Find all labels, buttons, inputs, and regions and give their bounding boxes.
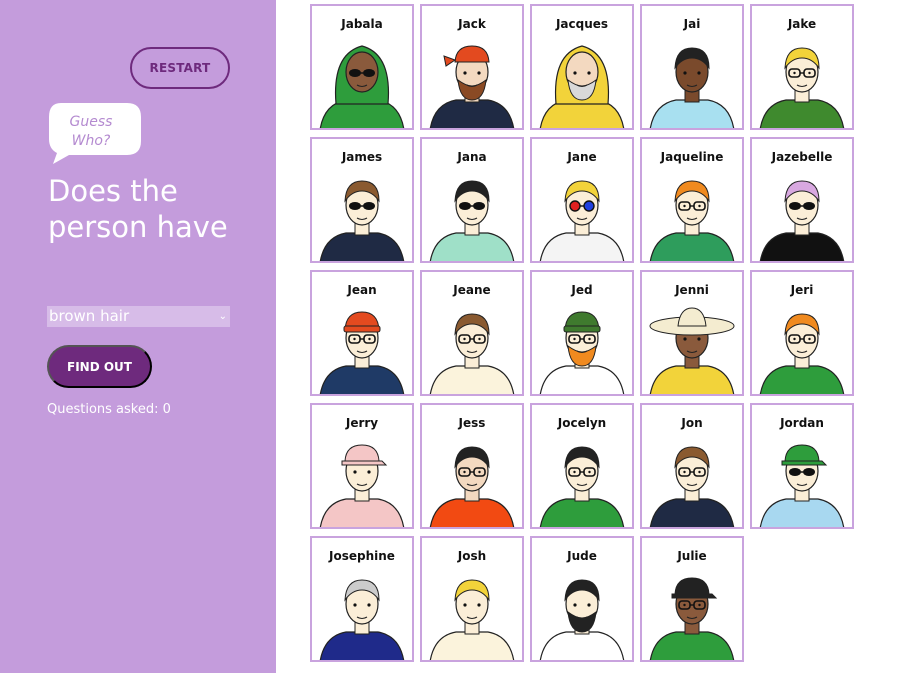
character-portrait-icon xyxy=(759,313,845,394)
character-portrait-icon xyxy=(429,579,515,660)
character-name: Jai xyxy=(683,17,701,31)
character-portrait-icon xyxy=(649,180,735,261)
character-card[interactable]: Jaqueline xyxy=(640,137,744,263)
character-card[interactable]: Josephine xyxy=(310,536,414,662)
character-card[interactable]: James xyxy=(310,137,414,263)
character-name: Jenni xyxy=(675,283,709,297)
character-card[interactable]: Jean xyxy=(310,270,414,396)
character-name: Jon xyxy=(681,416,703,430)
character-name: Josh xyxy=(457,549,487,563)
character-card[interactable]: Jeri xyxy=(750,270,854,396)
chevron-down-icon: ⌄ xyxy=(218,311,227,322)
character-name: Jeri xyxy=(790,283,814,297)
character-portrait-icon xyxy=(759,180,845,261)
character-name: Jude xyxy=(567,549,597,563)
character-name: Jordan xyxy=(780,416,824,430)
character-name: Jake xyxy=(787,17,817,31)
question-heading: Does the person have xyxy=(48,174,228,244)
character-portrait-icon xyxy=(649,47,735,128)
character-card[interactable]: Jerry xyxy=(310,403,414,529)
character-name: Jocelyn xyxy=(557,416,607,430)
character-card[interactable]: Jenni xyxy=(640,270,744,396)
character-portrait-icon xyxy=(759,444,845,527)
character-name: Jerry xyxy=(345,416,379,430)
logo-line-1: Guess xyxy=(69,114,113,130)
find-out-button[interactable]: FIND OUT xyxy=(47,345,152,388)
character-card[interactable]: Jane xyxy=(530,137,634,263)
character-portrait-icon xyxy=(429,45,515,128)
character-name: Jean xyxy=(347,283,377,297)
character-portrait-icon xyxy=(649,577,735,660)
logo-line-2: Who? xyxy=(71,133,111,149)
character-card[interactable]: Jai xyxy=(640,4,744,130)
character-name: Jacques xyxy=(555,17,609,31)
character-name: Jana xyxy=(457,150,487,164)
trait-select-value: brown hair xyxy=(49,307,130,325)
guess-who-logo: Guess Who? xyxy=(47,101,142,165)
character-card[interactable]: Jacques xyxy=(530,4,634,130)
logo-text: Guess Who? xyxy=(47,113,135,151)
character-name: Jazebelle xyxy=(771,150,833,164)
character-name: Julie xyxy=(677,549,707,563)
sidebar: RESTART Guess Who? Does the person have … xyxy=(0,0,276,673)
character-portrait-icon xyxy=(319,444,405,527)
character-portrait-icon xyxy=(539,180,625,261)
character-portrait-icon xyxy=(539,446,625,527)
character-portrait-icon xyxy=(759,47,845,128)
character-name: Jeane xyxy=(453,283,491,297)
character-card[interactable]: Jess xyxy=(420,403,524,529)
character-board: Jabala Jack Jacques Jai Jake James Jana Jane Jaq… xyxy=(310,4,860,664)
character-card[interactable]: Jabala xyxy=(310,4,414,130)
character-card[interactable]: Jon xyxy=(640,403,744,529)
character-card[interactable]: Julie xyxy=(640,536,744,662)
character-portrait-icon xyxy=(649,307,735,394)
character-portrait-icon xyxy=(539,311,625,394)
character-portrait-icon xyxy=(319,311,405,394)
character-card[interactable]: Jude xyxy=(530,536,634,662)
character-portrait-icon xyxy=(649,446,735,527)
character-card[interactable]: Jordan xyxy=(750,403,854,529)
character-portrait-icon xyxy=(539,579,625,660)
restart-button[interactable]: RESTART xyxy=(130,47,230,89)
questions-asked-counter: Questions asked: 0 xyxy=(47,402,171,417)
character-card[interactable]: Jocelyn xyxy=(530,403,634,529)
character-card[interactable]: Jed xyxy=(530,270,634,396)
character-portrait-icon xyxy=(539,45,625,128)
character-name: Jabala xyxy=(341,17,383,31)
character-card[interactable]: Jeane xyxy=(420,270,524,396)
character-name: Jed xyxy=(571,283,593,297)
character-portrait-icon xyxy=(319,579,405,660)
character-name: Jaqueline xyxy=(660,150,724,164)
character-card[interactable]: Jake xyxy=(750,4,854,130)
character-name: Jack xyxy=(458,17,486,31)
character-portrait-icon xyxy=(319,180,405,261)
character-card[interactable]: Jazebelle xyxy=(750,137,854,263)
character-portrait-icon xyxy=(429,180,515,261)
character-name: Josephine xyxy=(329,549,395,563)
character-name: Jess xyxy=(458,416,486,430)
character-name: James xyxy=(341,150,383,164)
character-portrait-icon xyxy=(319,45,405,128)
character-portrait-icon xyxy=(429,446,515,527)
guess-who-app: RESTART Guess Who? Does the person have … xyxy=(0,0,917,673)
character-card[interactable]: Jana xyxy=(420,137,524,263)
character-portrait-icon xyxy=(429,313,515,394)
character-card[interactable]: Josh xyxy=(420,536,524,662)
character-card[interactable]: Jack xyxy=(420,4,524,130)
trait-select[interactable]: brown hair ⌄ xyxy=(47,306,230,327)
character-name: Jane xyxy=(567,150,597,164)
